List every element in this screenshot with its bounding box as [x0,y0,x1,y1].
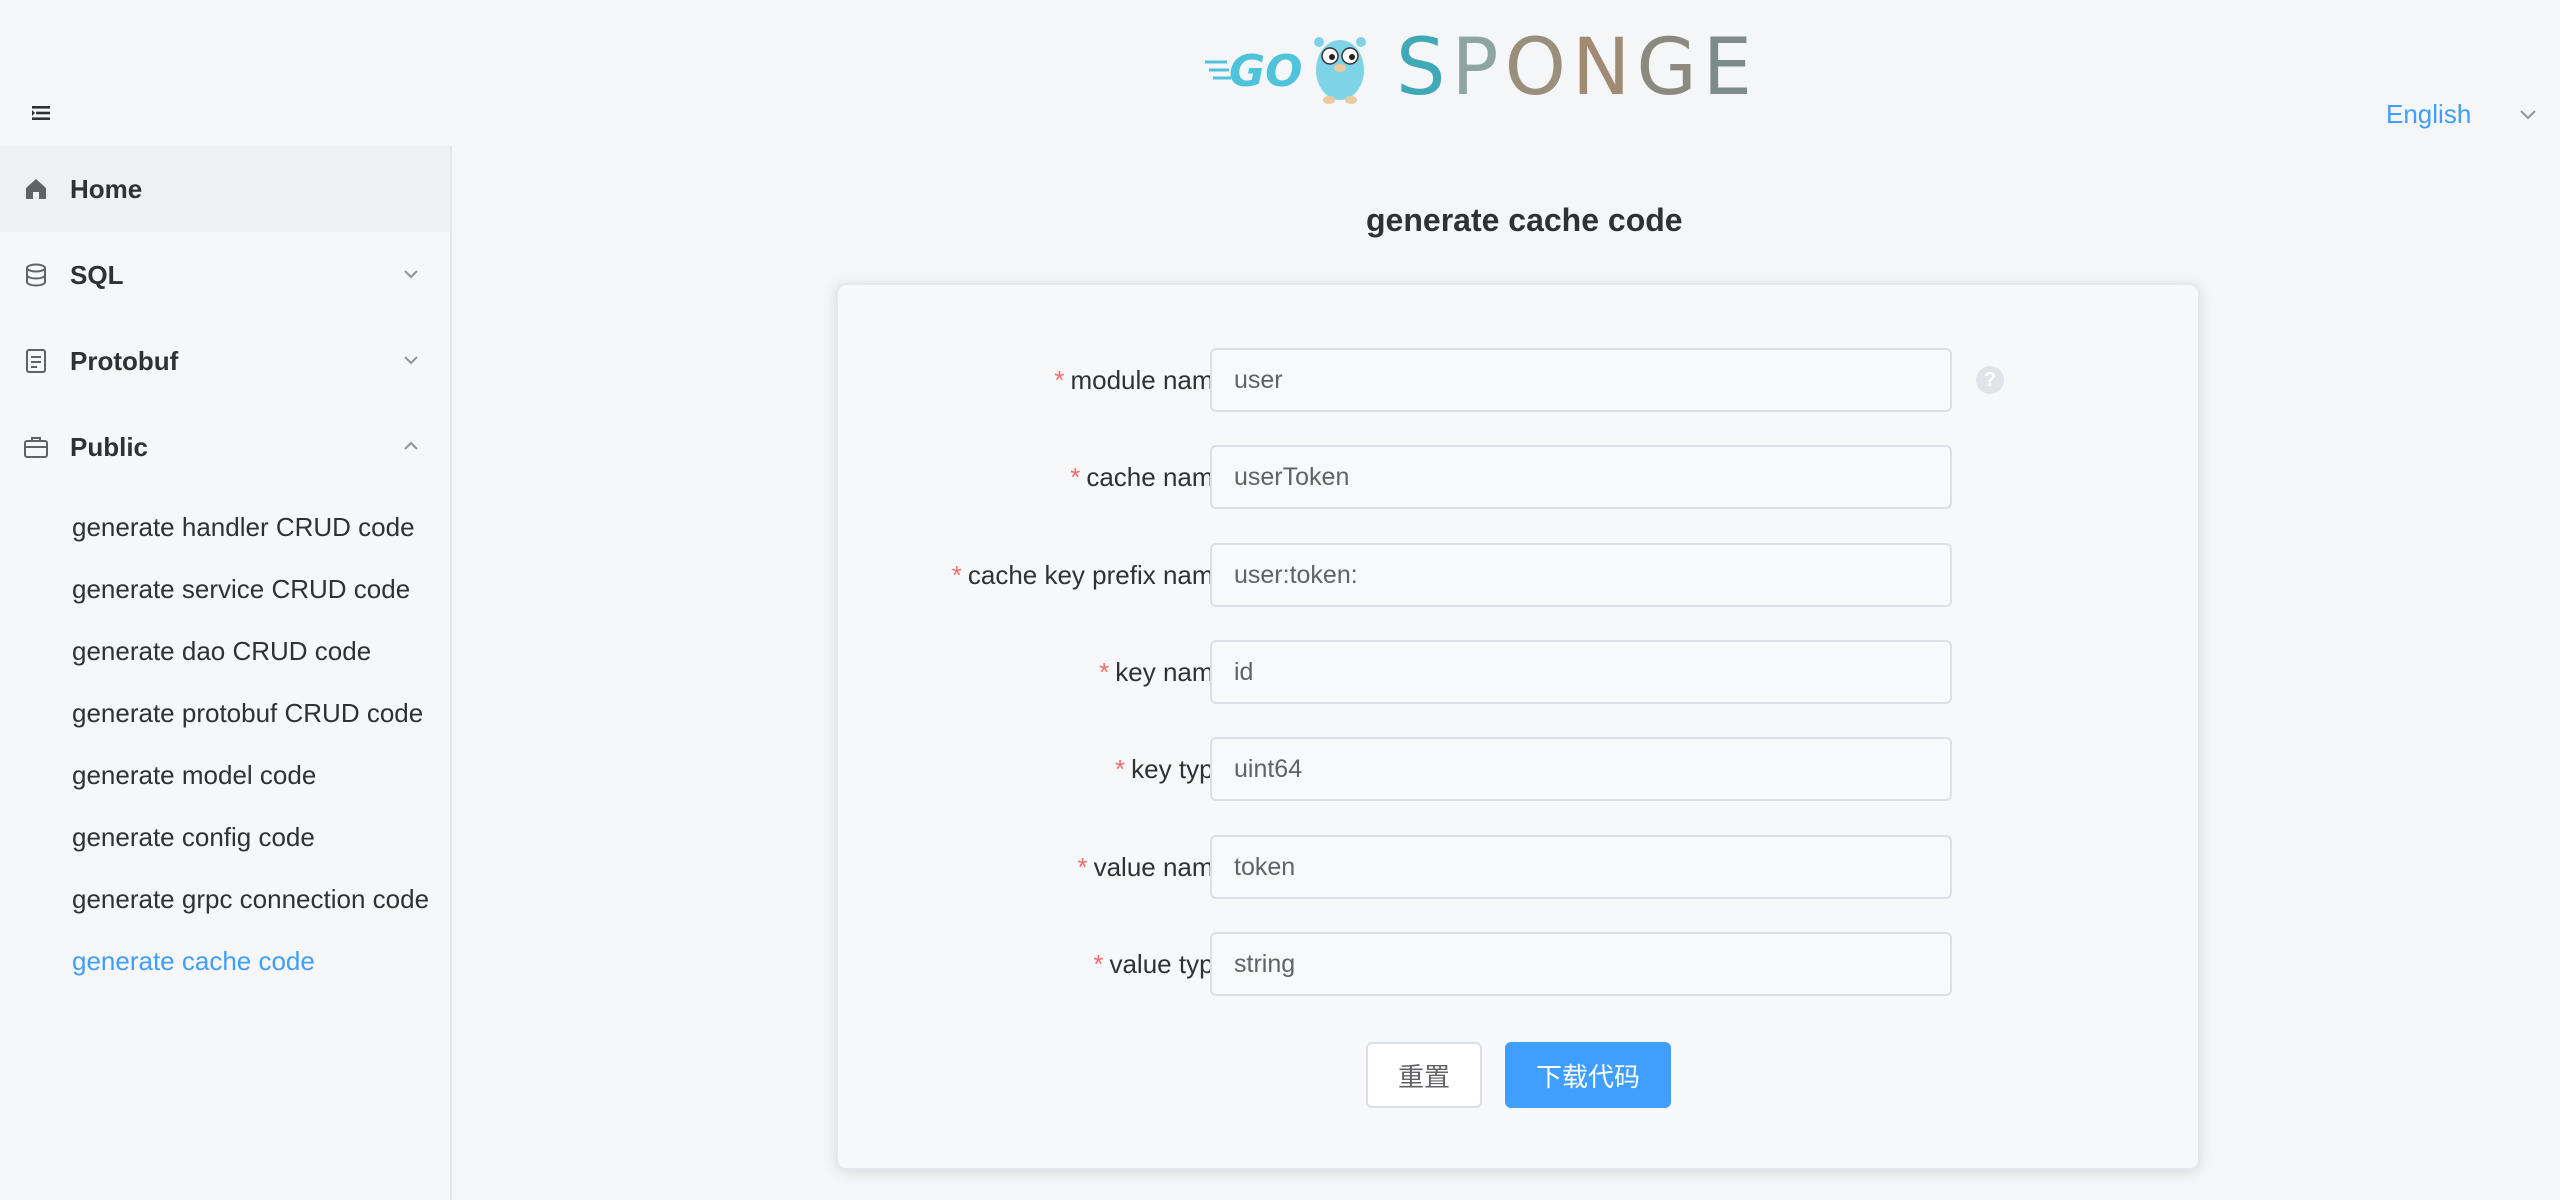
menu-toggle-icon[interactable] [28,100,54,126]
help-icon[interactable]: ? [1976,366,2004,394]
value-type-input[interactable] [1210,932,1952,996]
app-logo-text: SPONGE [1396,23,1759,113]
document-icon [26,349,46,373]
required-mark: * [951,559,962,590]
sidebar-item-label: Protobuf [70,345,179,376]
cache-key-prefix-label: * cache key prefix name [951,559,1228,590]
chevron-down-icon [404,270,418,279]
required-mark: * [1115,753,1126,784]
language-select-value: English [2386,98,2472,129]
required-mark: * [1070,461,1081,492]
required-mark: * [1077,851,1088,882]
chevron-up-icon [404,441,418,450]
key-name-input[interactable] [1210,640,1952,704]
sidebar-subitem-dao-crud[interactable]: generate dao CRUD code [72,626,371,676]
sidebar-subitem-protobuf-crud[interactable]: generate protobuf CRUD code [72,688,423,738]
sidebar-item-label: Home [70,173,143,204]
value-name-input[interactable] [1210,835,1952,899]
go-badge-text: GO [1229,46,1303,97]
sidebar-subitem-model-code[interactable]: generate model code [72,750,316,800]
value-type-label: * value type [1093,948,1228,979]
sidebar-item-public[interactable]: Public [0,404,450,490]
sidebar-item-label: SQL [70,259,124,290]
form-row-cache-name: * cache name [838,445,2202,509]
form-row-value-type: * value type [838,932,2202,996]
reset-button[interactable]: 重置 [1366,1042,1482,1108]
required-mark: * [1093,948,1104,979]
sidebar-item-label: Public [70,431,149,462]
form-row-key-name: * key name [838,640,2202,704]
cache-name-label: * cache name [1070,461,1228,492]
module-name-label: * module name [1054,364,1228,395]
sidebar-subitem-config-code[interactable]: generate config code [72,812,315,862]
cache-key-prefix-input[interactable] [1210,543,1952,607]
sidebar-subitem-handler-crud[interactable]: generate handler CRUD code [72,502,415,552]
database-icon [26,263,46,287]
app-header: GO SPONGE English [0,0,2560,146]
sidebar-item-protobuf[interactable]: Protobuf [0,318,450,404]
language-select[interactable]: English [2386,96,2539,132]
form-row-key-type: * key type [838,737,2202,801]
page-title: generate cache code [1366,202,1683,238]
sidebar-item-home[interactable]: Home [0,146,450,232]
chevron-down-icon [404,356,418,365]
home-icon [26,179,46,199]
app-logo: GO SPONGE [1205,28,1758,108]
form-row-value-name: * value name [838,835,2202,899]
form-row-cache-key-prefix: * cache key prefix name [838,543,2202,607]
sidebar-item-sql[interactable]: SQL [0,232,450,318]
key-type-input[interactable] [1210,737,1952,801]
sidebar-subitem-cache-code[interactable]: generate cache code [72,936,315,986]
sidebar-subitem-service-crud[interactable]: generate service CRUD code [72,564,410,614]
sidebar: Home SQL Protobuf Public generate handle… [0,146,452,1200]
download-code-button[interactable]: 下载代码 [1505,1042,1671,1108]
value-name-label: * value name [1077,851,1228,882]
required-mark: * [1099,656,1110,687]
cache-name-input[interactable] [1210,445,1952,509]
key-name-label: * key name [1099,656,1228,687]
briefcase-icon [24,437,48,458]
sidebar-subitem-grpc-connection[interactable]: generate grpc connection code [72,874,429,924]
cache-code-form: *module name ? *cache name *cache key pr… [836,283,2200,1170]
required-mark: * [1054,364,1065,395]
chevron-down-icon [2520,110,2536,120]
form-row-module-name: *module name ? [838,348,2202,412]
module-name-input[interactable] [1210,348,1952,412]
gopher-logo-icon: GO [1205,37,1366,104]
